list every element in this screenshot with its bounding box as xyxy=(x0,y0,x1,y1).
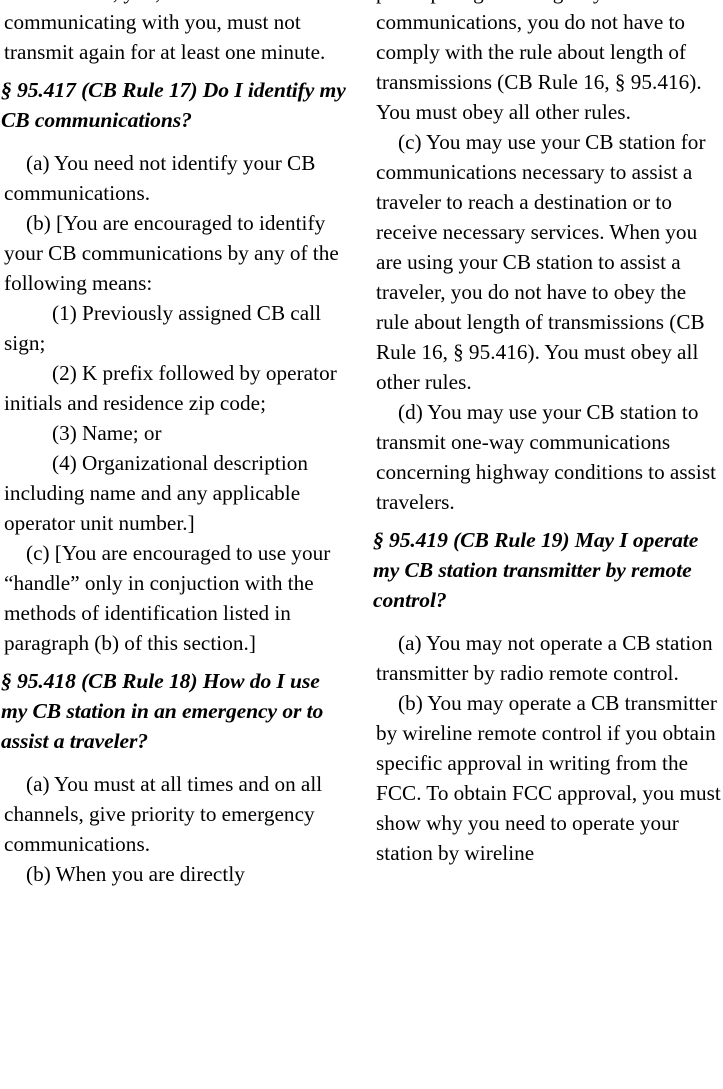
sub-paragraph-2: (2) K prefix followed by operator initia… xyxy=(4,361,337,415)
paragraph-a-95-418: (a) You must at all times and on all cha… xyxy=(4,772,323,856)
paragraph-continuation: participating in emergency communication… xyxy=(376,0,702,124)
paragraph-d-95-418: (d) You may use your CB station to trans… xyxy=(376,400,717,514)
paragraph-c-95-418: (c) You may use your CB station for comm… xyxy=(376,130,706,394)
sub-paragraph-4: (4) Organizational description including… xyxy=(4,451,309,535)
paragraph-a: (a) You need not identify your CB commun… xyxy=(4,151,316,205)
right-column: participating in emergency communication… xyxy=(371,0,723,868)
paragraph-a-95-419: (a) You may not operate a CB station tra… xyxy=(376,631,713,685)
paragraph-b-95-418: (b) When you are directly xyxy=(26,862,245,886)
two-column-body: conversation, you, and the stations comm… xyxy=(0,0,723,889)
paragraph-b: (b) [You are encouraged to identify your… xyxy=(4,211,339,295)
document-page: conversation, you, and the stations comm… xyxy=(0,0,723,1089)
sub-paragraph-3: (3) Name; or xyxy=(52,421,162,445)
section-heading-95-418: § 95.418 (CB Rule 18) How do I use my CB… xyxy=(1,669,324,753)
section-heading-95-417: § 95.417 (CB Rule 17) Do I identify my C… xyxy=(1,78,346,132)
paragraph-b-95-419: (b) You may operate a CB transmitter by … xyxy=(376,691,721,865)
left-column: conversation, you, and the stations comm… xyxy=(0,0,371,889)
section-heading-95-419: § 95.419 (CB Rule 19) May I operate my C… xyxy=(373,528,699,612)
paragraph-c: (c) [You are encouraged to use your “han… xyxy=(4,541,331,655)
sub-paragraph-1: (1) Previously assigned CB call sign; xyxy=(4,301,322,355)
paragraph-continuation: conversation, you, and the stations comm… xyxy=(4,0,326,64)
